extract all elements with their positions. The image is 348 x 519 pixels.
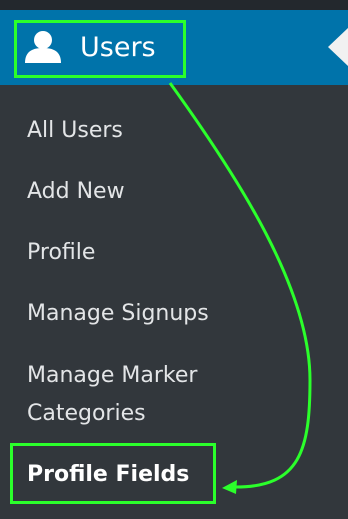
submenu-item-manage-marker-categories[interactable]: Manage Marker Categories: [27, 357, 267, 433]
submenu-item-manage-signups[interactable]: Manage Signups: [27, 300, 209, 328]
current-menu-arrow: [328, 28, 348, 66]
users-annotation-box: [14, 20, 186, 78]
admin-top-bar: [0, 0, 348, 10]
submenu-item-all-users[interactable]: All Users: [27, 117, 123, 145]
submenu-item-profile[interactable]: Profile: [27, 239, 95, 267]
profile-fields-annotation-box: [10, 443, 216, 504]
submenu-item-add-new[interactable]: Add New: [27, 178, 125, 206]
